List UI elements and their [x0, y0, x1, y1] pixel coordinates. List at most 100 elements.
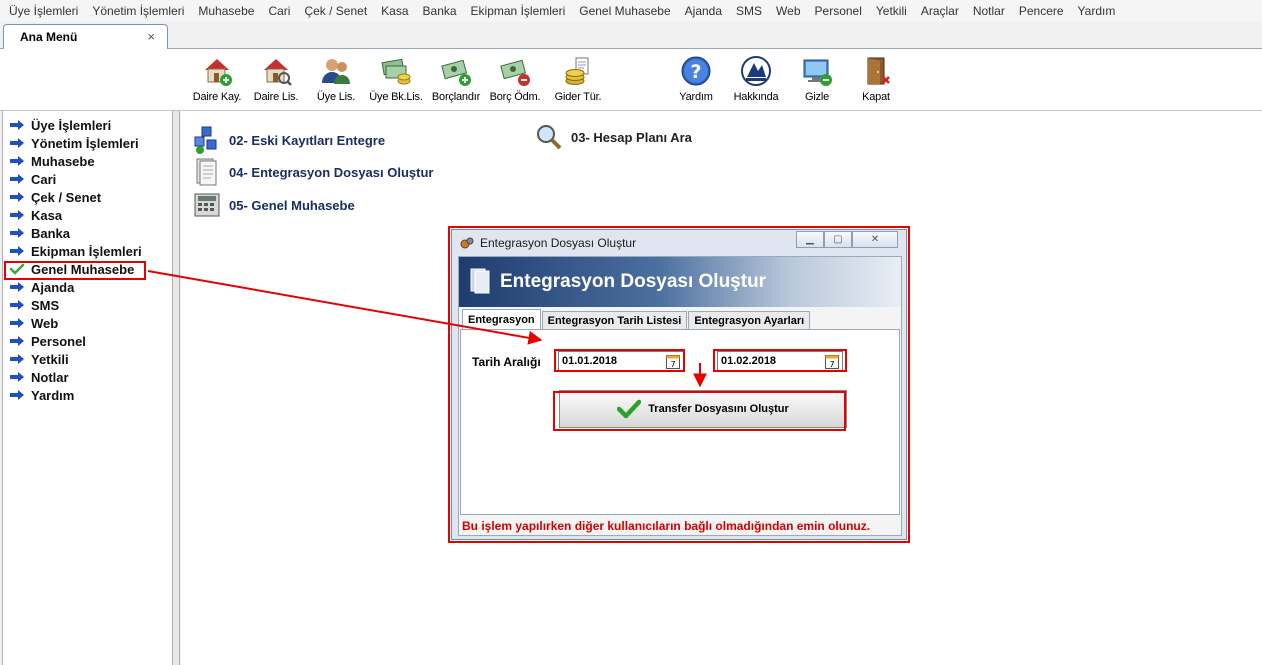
right-arrow-icon	[10, 228, 24, 238]
gizle-button[interactable]: Gizle	[786, 55, 848, 109]
hakkinda-button[interactable]: Hakkında	[725, 55, 787, 109]
sidebar-item-9[interactable]: Ajanda	[9, 278, 74, 296]
menu-yonetim-islemleri[interactable]: Yönetim İşlemleri	[85, 0, 191, 22]
splitter[interactable]	[173, 111, 180, 665]
highlight-date-to	[713, 349, 847, 372]
toolbar: Daire Kay. Daire Lis. Üye Lis. Üye Bk.Li…	[0, 49, 1262, 111]
right-arrow-icon	[10, 192, 24, 202]
right-arrow-icon	[10, 282, 24, 292]
sidebar-item-1[interactable]: Yönetim İşlemleri	[9, 134, 139, 152]
kapat-button[interactable]: Kapat	[845, 55, 907, 109]
daire-kay-button[interactable]: Daire Kay.	[186, 55, 248, 109]
menu-araclar[interactable]: Araçlar	[914, 0, 966, 22]
right-arrow-icon	[10, 120, 24, 130]
link-eski-kayitlari-entegre-label: 02- Eski Kayıtları Entegre	[229, 132, 386, 148]
gider-tur-button[interactable]: Gider Tür.	[547, 55, 609, 109]
highlight-sidebar-genel-muhasebe	[4, 261, 146, 280]
sidebar-item-label: Ajanda	[31, 279, 75, 295]
menu-personel[interactable]: Personel	[808, 0, 869, 22]
tab-strip: Ana Menü ×	[0, 22, 1262, 49]
menu-pencere[interactable]: Pencere	[1012, 0, 1071, 22]
sidebar-item-10[interactable]: SMS	[9, 296, 59, 314]
sidebar-item-13[interactable]: Yetkili	[9, 350, 69, 368]
yardim-button[interactable]: ? Yardım	[665, 55, 727, 109]
borc-odm-label: Borç Ödm.	[489, 91, 541, 103]
sidebar-item-label: Çek / Senet	[31, 189, 102, 205]
menu-kasa[interactable]: Kasa	[374, 0, 415, 22]
kapat-label: Kapat	[862, 91, 890, 103]
sidebar-item-label: SMS	[31, 297, 60, 313]
gider-tur-label: Gider Tür.	[554, 91, 602, 103]
sidebar-item-14[interactable]: Notlar	[9, 368, 69, 386]
menu-muhasebe[interactable]: Muhasebe	[191, 0, 261, 22]
right-arrow-icon	[10, 390, 24, 400]
sidebar-item-label: Web	[31, 315, 59, 331]
monitor-hide-icon	[803, 59, 832, 86]
link-entegrasyon-dosyasi-olustur[interactable]: 04- Entegrasyon Dosyası Oluştur	[193, 158, 433, 186]
link-genel-muhasebe[interactable]: 05- Genel Muhasebe	[193, 191, 355, 219]
daire-lis-button[interactable]: Daire Lis.	[245, 55, 307, 109]
right-arrow-icon	[10, 354, 24, 364]
door-exit-icon	[867, 57, 890, 85]
house-add-icon	[205, 59, 232, 86]
sidebar-item-label: Yardım	[31, 387, 75, 403]
money-list-icon	[381, 58, 411, 85]
users-icon	[322, 59, 350, 84]
menu-cari[interactable]: Cari	[261, 0, 297, 22]
menu-genel-muhasebe[interactable]: Genel Muhasebe	[572, 0, 677, 22]
daire-kay-label: Daire Kay.	[192, 91, 242, 103]
sidebar-item-label: Muhasebe	[31, 153, 95, 169]
borclandir-button[interactable]: Borçlandır	[425, 55, 487, 109]
sidebar-item-label: Banka	[31, 225, 71, 241]
link-eski-kayitlari-entegre[interactable]: 02- Eski Kayıtları Entegre	[193, 126, 385, 154]
sidebar-item-5[interactable]: Kasa	[9, 206, 62, 224]
close-icon[interactable]: ×	[147, 29, 155, 44]
house-search-icon	[264, 59, 292, 86]
menu-notlar[interactable]: Notlar	[966, 0, 1012, 22]
menu-yardim[interactable]: Yardım	[1071, 0, 1123, 22]
borc-odm-button[interactable]: Borç Ödm.	[484, 55, 546, 109]
sidebar-item-7[interactable]: Ekipman İşlemleri	[9, 242, 142, 260]
sidebar-item-2[interactable]: Muhasebe	[9, 152, 95, 170]
uye-lis-label: Üye Lis.	[316, 91, 356, 103]
menu-ajanda[interactable]: Ajanda	[678, 0, 729, 22]
gizle-label: Gizle	[804, 91, 830, 103]
sidebar-item-12[interactable]: Personel	[9, 332, 86, 350]
sidebar-item-label: Cari	[31, 171, 57, 187]
sidebar-item-label: Kasa	[31, 207, 63, 223]
sidebar-item-11[interactable]: Web	[9, 314, 58, 332]
sidebar-item-label: Yetkili	[31, 351, 69, 367]
coins-icon	[565, 57, 589, 85]
sidebar-item-6[interactable]: Banka	[9, 224, 70, 242]
menu-yetkili[interactable]: Yetkili	[869, 0, 914, 22]
menu-uye-islemleri[interactable]: Üye İşlemleri	[2, 0, 85, 22]
tab-ana-menu-label: Ana Menü	[20, 30, 78, 44]
uye-bk-lis-button[interactable]: Üye Bk.Lis.	[365, 55, 427, 109]
menu-ekipman-islemleri[interactable]: Ekipman İşlemleri	[464, 0, 573, 22]
sidebar-item-4[interactable]: Çek / Senet	[9, 188, 101, 206]
menu-sms[interactable]: SMS	[729, 0, 769, 22]
yardim-label: Yardım	[679, 91, 713, 103]
sidebar: Üye İşlemleri Yönetim İşlemleri Muhasebe Ca…	[2, 111, 173, 665]
sidebar-item-15[interactable]: Yardım	[9, 386, 74, 404]
sidebar-item-label: Ekipman İşlemleri	[31, 243, 142, 259]
uye-bk-lis-label: Üye Bk.Lis.	[369, 91, 423, 103]
borclandir-label: Borçlandır	[431, 91, 481, 103]
menu-web[interactable]: Web	[769, 0, 807, 22]
right-arrow-icon	[10, 174, 24, 184]
daire-lis-label: Daire Lis.	[253, 91, 299, 103]
money-add-icon	[441, 59, 471, 86]
right-arrow-icon	[10, 318, 24, 328]
right-arrow-icon	[10, 300, 24, 310]
link-hesap-plani-ara[interactable]: 03- Hesap Planı Ara	[535, 123, 692, 151]
menu-banka[interactable]: Banka	[416, 0, 464, 22]
tab-ana-menu[interactable]: Ana Menü ×	[3, 24, 168, 49]
right-arrow-icon	[10, 246, 24, 256]
cubes-icon	[194, 126, 217, 154]
sidebar-item-0[interactable]: Üye İşlemleri	[9, 116, 111, 134]
sidebar-item-3[interactable]: Cari	[9, 170, 56, 188]
uye-lis-button[interactable]: Üye Lis.	[305, 55, 367, 109]
menu-cek-senet[interactable]: Çek / Senet	[297, 0, 374, 22]
hakkinda-label: Hakkında	[733, 91, 779, 103]
highlight-dialog	[448, 226, 910, 543]
